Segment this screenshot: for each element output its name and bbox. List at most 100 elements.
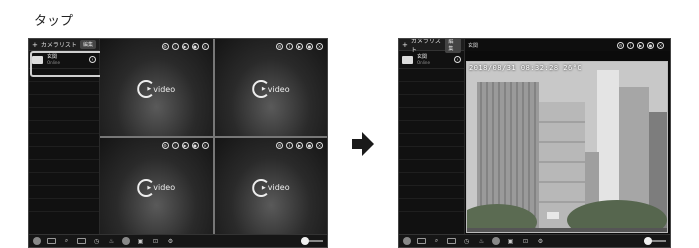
info-icon[interactable]: i: [627, 42, 634, 49]
record-icon[interactable]: [492, 237, 500, 245]
empty-row: [29, 82, 99, 95]
settings-icon[interactable]: ⚙: [161, 43, 169, 50]
info-icon[interactable]: i: [171, 43, 179, 50]
empty-row: [399, 121, 464, 134]
timer-icon[interactable]: ◷: [462, 237, 471, 245]
arrow-right-icon: [352, 132, 374, 156]
settings-icon[interactable]: ⚙: [276, 141, 283, 149]
close-icon[interactable]: ×: [201, 141, 209, 149]
empty-row: [29, 173, 99, 186]
camera-list-item[interactable]: 玄関 Online ›: [29, 51, 99, 69]
home-icon[interactable]: [33, 237, 41, 245]
empty-row: [29, 160, 99, 173]
slider-knob[interactable]: [644, 237, 652, 245]
close-icon[interactable]: ×: [657, 42, 664, 49]
camera-text: 玄関 Online: [47, 54, 60, 65]
camera-text: 玄関 Online: [417, 54, 430, 65]
lock-icon[interactable]: ⊡: [521, 237, 530, 245]
empty-row: [399, 186, 464, 199]
empty-row: [399, 134, 464, 147]
play-icon[interactable]: ▶: [181, 43, 189, 50]
video-logo-text: video: [267, 84, 290, 94]
alarm-icon[interactable]: ♨: [477, 237, 486, 245]
slider-knob[interactable]: [301, 237, 309, 245]
video-cell[interactable]: ⚙ i ▶ ● × ▶ video: [100, 137, 213, 234]
play-icon[interactable]: ▶: [296, 43, 303, 50]
info-icon[interactable]: i: [286, 43, 293, 50]
empty-row: [399, 82, 464, 95]
camera-list-title: カメラリスト: [40, 42, 77, 49]
live-video-frame[interactable]: 2018/08/31 08:32:28 26°C: [466, 61, 668, 233]
info-icon[interactable]: i: [286, 141, 293, 149]
view-title: 玄関: [468, 43, 479, 49]
empty-row: [29, 108, 99, 121]
video-logo: ▶ video: [251, 80, 290, 99]
play-icon: ▶: [261, 86, 266, 93]
grid-icon[interactable]: [417, 238, 426, 244]
empty-row: [29, 95, 99, 108]
empty-row: [29, 147, 99, 160]
search-icon[interactable]: ⌕: [432, 237, 441, 245]
settings-icon[interactable]: ⚙: [276, 43, 283, 50]
record-icon[interactable]: ●: [306, 141, 313, 149]
camera-list-header: + カメラリスト 編集: [29, 39, 99, 51]
camera-icon: [32, 55, 43, 64]
empty-row: [399, 160, 464, 173]
play-icon: ▶: [147, 184, 152, 191]
zoom-slider[interactable]: [644, 237, 666, 245]
lock-icon[interactable]: ⊡: [151, 237, 160, 245]
caption-tap: タップ: [34, 14, 74, 29]
edit-button[interactable]: 編集: [445, 39, 461, 53]
video-cell[interactable]: ⚙ i ▶ ● × ▶ video: [214, 137, 327, 234]
search-icon[interactable]: ⌕: [62, 237, 71, 245]
video-cell[interactable]: ⚙ i ▶ ● × ▶ video: [100, 39, 213, 136]
camera-icon: [402, 55, 413, 64]
play-icon: ▶: [261, 184, 266, 191]
snapshot-icon[interactable]: ▣: [506, 237, 515, 245]
add-camera-icon[interactable]: +: [32, 41, 38, 49]
video-grid: ⚙ i ▶ ● × ▶ video ⚙ i ▶ ● × ▶ video ⚙ i …: [100, 39, 327, 234]
settings-icon[interactable]: ⚙: [536, 237, 545, 245]
video-logo: ▶ video: [251, 178, 290, 197]
close-icon[interactable]: ×: [316, 43, 323, 50]
cell-toolbar: ⚙ i ▶ ● ×: [161, 141, 209, 149]
snapshot-icon[interactable]: ▣: [136, 237, 145, 245]
timer-icon[interactable]: ◷: [92, 237, 101, 245]
record-icon[interactable]: ●: [191, 43, 199, 50]
camera-list-item[interactable]: 玄関 Online ›: [399, 51, 464, 69]
empty-row: [399, 147, 464, 160]
edit-button[interactable]: 編集: [79, 40, 96, 49]
info-icon[interactable]: ›: [454, 56, 461, 63]
settings-icon[interactable]: ⚙: [617, 42, 624, 49]
video-logo-text: video: [267, 183, 290, 193]
zoom-slider[interactable]: [301, 237, 323, 245]
add-camera-icon[interactable]: +: [402, 41, 408, 49]
play-icon[interactable]: ▶: [296, 141, 303, 149]
grid-icon[interactable]: [47, 238, 56, 244]
empty-row: [29, 134, 99, 147]
close-icon[interactable]: ×: [201, 43, 209, 50]
record-icon[interactable]: ●: [647, 42, 654, 49]
settings-icon[interactable]: ⚙: [161, 141, 169, 149]
info-icon[interactable]: i: [171, 141, 179, 149]
play-icon[interactable]: ▶: [181, 141, 189, 149]
settings-icon[interactable]: ⚙: [166, 237, 175, 245]
home-icon[interactable]: [403, 237, 411, 245]
record-icon[interactable]: ●: [306, 43, 313, 50]
video-cell[interactable]: ⚙ i ▶ ● × ▶ video: [214, 39, 327, 136]
play-icon[interactable]: ▶: [637, 42, 644, 49]
cell-toolbar: ⚙ i ▶ ● ×: [161, 43, 209, 50]
layout-icon[interactable]: [447, 238, 456, 244]
empty-row: [29, 121, 99, 134]
info-icon[interactable]: ›: [89, 56, 96, 63]
record-icon[interactable]: ●: [191, 141, 199, 149]
view-top-bar: 玄関 ⚙ i ▶ ● ×: [465, 39, 670, 51]
cell-toolbar: ⚙ i ▶ ● ×: [276, 43, 323, 50]
video-logo-text: video: [153, 183, 176, 193]
empty-row: [399, 95, 464, 108]
empty-row: [29, 186, 99, 199]
layout-icon[interactable]: [77, 238, 86, 244]
close-icon[interactable]: ×: [316, 141, 323, 149]
alarm-icon[interactable]: ♨: [107, 237, 116, 245]
record-icon[interactable]: [122, 237, 130, 245]
